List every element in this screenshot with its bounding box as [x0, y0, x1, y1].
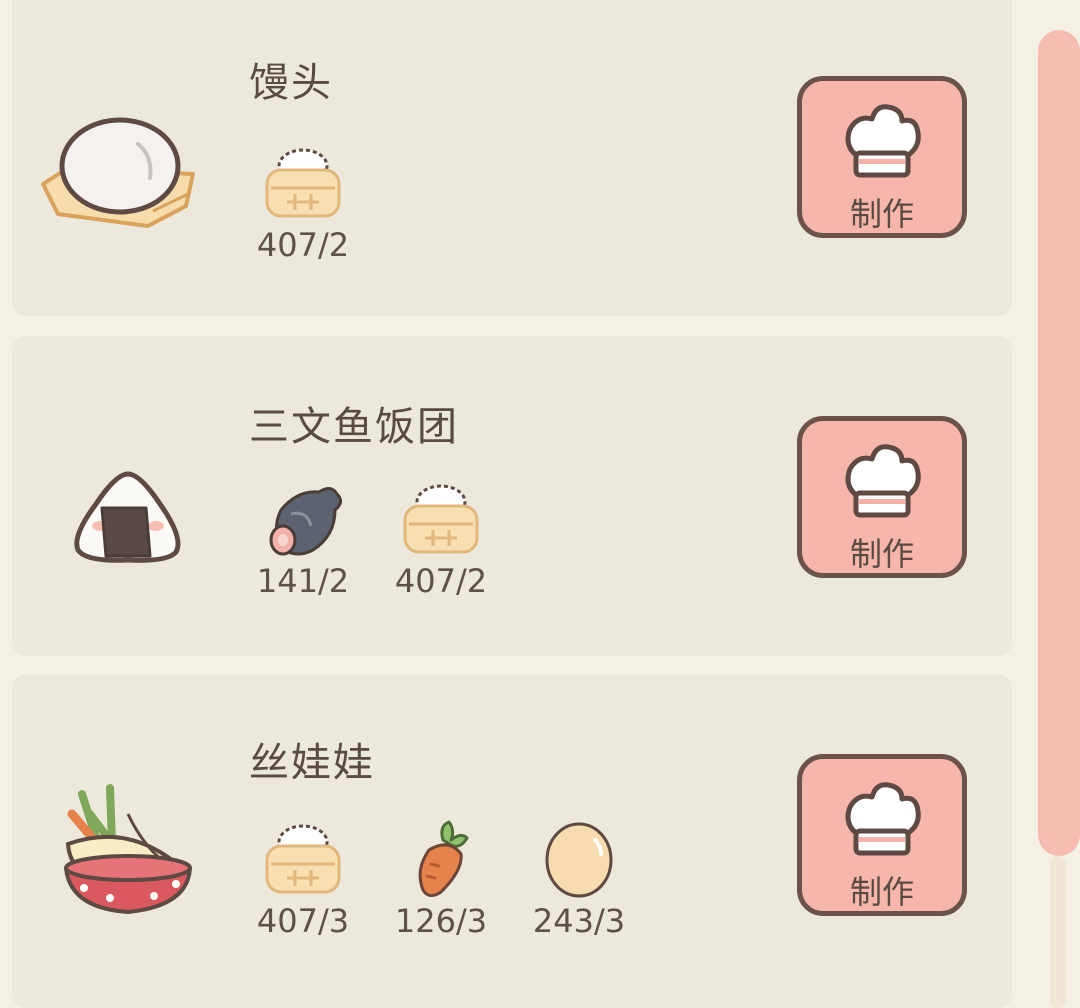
make-button-label: 制作: [849, 873, 914, 911]
steamed-bun-icon: [41, 117, 195, 228]
recipe-card: 三文鱼饭团 141/2 407/2 制作: [12, 336, 1012, 656]
make-button[interactable]: 制作: [797, 754, 967, 916]
rice-basket-icon: [403, 484, 479, 554]
ingredient: 407/3: [248, 820, 358, 940]
ingredient: 243/3: [524, 820, 634, 940]
ingredient-count: 407/2: [394, 562, 488, 600]
ingredient-count: 407/2: [256, 226, 350, 264]
chef-hat-icon: [845, 782, 921, 856]
chef-hat-icon: [845, 104, 921, 178]
rice-basket-icon: [265, 824, 341, 894]
make-button[interactable]: 制作: [797, 416, 967, 578]
spring-roll-bowl-icon: [64, 784, 192, 914]
recipe-name: 馒头: [249, 60, 333, 106]
recipe-name: 三文鱼饭团: [249, 404, 459, 450]
make-button-label: 制作: [849, 535, 914, 573]
scrollbar-thumb[interactable]: [1038, 30, 1080, 856]
ingredient: 407/2: [386, 480, 496, 600]
scrollbar-track: [1050, 856, 1066, 1008]
salmon-icon: [269, 487, 342, 556]
salmon-onigiri-icon: [74, 471, 181, 563]
ingredient: 126/3: [386, 820, 496, 940]
ingredient-count: 126/3: [394, 902, 488, 940]
chef-hat-icon: [845, 444, 921, 518]
rice-basket-icon: [265, 148, 341, 218]
carrot-icon: [418, 820, 469, 897]
recipe-list: 馒头 407/2 制作 三文鱼饭团 141/2 407/2 制作 丝娃娃 407…: [0, 0, 1030, 1008]
egg-icon: [545, 822, 613, 898]
ingredient-count: 141/2: [256, 562, 350, 600]
recipe-card: 丝娃娃 407/3 126/3 243/3 制作: [12, 674, 1012, 1008]
ingredient: 407/2: [248, 144, 358, 264]
ingredient-count: 243/3: [532, 902, 626, 940]
ingredient: 141/2: [248, 480, 358, 600]
ingredient-count: 407/3: [256, 902, 350, 940]
recipe-name: 丝娃娃: [249, 740, 375, 786]
make-button-label: 制作: [849, 195, 914, 233]
recipe-card: 馒头 407/2 制作: [12, 0, 1012, 316]
make-button[interactable]: 制作: [797, 76, 967, 238]
